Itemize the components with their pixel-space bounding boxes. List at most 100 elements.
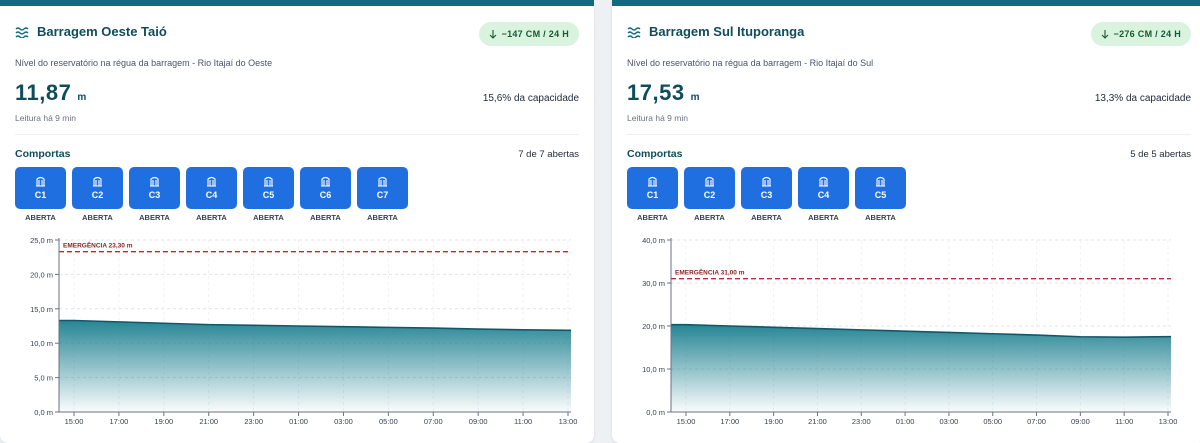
x-tick-label: 09:00 (469, 417, 488, 426)
y-tick-label: 40,0 m (642, 236, 665, 245)
y-tick-label: 5,0 m (34, 374, 53, 383)
floodgate-icon (876, 176, 885, 187)
y-tick-label: 0,0 m (646, 408, 665, 417)
level-value: 17,53 (627, 80, 685, 105)
gate-item: C2 ABERTA (72, 167, 123, 222)
floodgate-icon (36, 176, 45, 187)
emergency-label: EMERGÊNCIA 31,00 m (675, 268, 745, 277)
x-tick-label: 05:00 (379, 417, 398, 426)
gate-code: C1 (34, 190, 47, 200)
gates-list: C1 ABERTA C2 ABERTA C3 ABERTA C4 ABERTA C5 ABERTA (627, 167, 906, 222)
x-tick-label: 05:00 (983, 417, 1002, 426)
gate-code: C2 (703, 190, 716, 200)
gate-code: C3 (760, 190, 773, 200)
card-title: Barragem Oeste Taió (37, 24, 167, 39)
level-area (59, 320, 571, 412)
capacity-text: 15,6% da capacidade (482, 93, 579, 104)
gate-button[interactable]: C1 (15, 167, 66, 209)
y-tick-label: 30,0 m (642, 279, 665, 288)
x-tick-label: 01:00 (289, 417, 308, 426)
gates-count: 5 de 5 abertas (1130, 149, 1191, 160)
x-tick-label: 13:00 (559, 417, 578, 426)
arrow-down-icon (1101, 29, 1108, 39)
gate-button[interactable]: C3 (129, 167, 180, 209)
gates-title: Comportas (627, 148, 683, 160)
floodgate-icon (705, 176, 714, 187)
level-chart: 0,0 m 5,0 m 10,0 m 15,0 m 20,0 m 25,0 m EMERGÊ… (0, 231, 594, 436)
arrow-down-icon (489, 29, 496, 39)
gate-status: ABERTA (751, 213, 782, 222)
gate-item: C4 ABERTA (798, 167, 849, 222)
gate-status: ABERTA (637, 213, 668, 222)
x-tick-label: 17:00 (110, 417, 129, 426)
y-tick-label: 20,0 m (642, 322, 665, 331)
gate-button[interactable]: C6 (300, 167, 351, 209)
gate-item: C2 ABERTA (684, 167, 735, 222)
gate-button[interactable]: C7 (357, 167, 408, 209)
card-subtitle: Nível do reservatório na régua da barrag… (627, 58, 874, 68)
x-tick-label: 21:00 (808, 417, 827, 426)
gate-status: ABERTA (196, 213, 227, 222)
trend-badge-label: −276 CM / 24 H (1113, 29, 1181, 39)
gate-status: ABERTA (25, 213, 56, 222)
water-waves-icon (627, 26, 641, 38)
gate-button[interactable]: C5 (243, 167, 294, 209)
gates-count: 7 de 7 abertas (518, 149, 579, 160)
gate-button[interactable]: C4 (186, 167, 237, 209)
y-tick-label: 0,0 m (34, 408, 53, 417)
gate-button[interactable]: C2 (684, 167, 735, 209)
floodgate-icon (150, 176, 159, 187)
gate-button[interactable]: C2 (72, 167, 123, 209)
gate-item: C1 ABERTA (15, 167, 66, 222)
gate-button[interactable]: C5 (855, 167, 906, 209)
level-readout: 11,87 m (15, 80, 86, 106)
level-chart-svg: 0,0 m 5,0 m 10,0 m 15,0 m 20,0 m 25,0 m EMERGÊ… (30, 236, 578, 426)
x-tick-label: 01:00 (896, 417, 915, 426)
floodgate-icon (264, 176, 273, 187)
gate-item: C5 ABERTA (243, 167, 294, 222)
y-tick-label: 10,0 m (642, 365, 665, 374)
trend-badge: −147 CM / 24 H (478, 22, 579, 46)
x-tick-label: 07:00 (1027, 417, 1046, 426)
gate-button[interactable]: C3 (741, 167, 792, 209)
gate-item: C4 ABERTA (186, 167, 237, 222)
gates-list: C1 ABERTA C2 ABERTA C3 ABERTA C4 ABERTA C5 ABERTA… (15, 167, 408, 222)
y-tick-label: 20,0 m (30, 270, 53, 279)
gate-status: ABERTA (367, 213, 398, 222)
dashboard: Barragem Oeste Taió −147 CM / 24 H Nível… (0, 0, 1200, 443)
gate-status: ABERTA (865, 213, 896, 222)
floodgate-icon (378, 176, 387, 187)
gate-code: C5 (874, 190, 887, 200)
gate-button[interactable]: C1 (627, 167, 678, 209)
floodgate-icon (648, 176, 657, 187)
x-tick-label: 03:00 (940, 417, 959, 426)
emergency-label: EMERGÊNCIA 23,30 m (63, 241, 133, 250)
card-subtitle: Nível do reservatório na régua da barrag… (15, 58, 273, 68)
card-title-row: Barragem Sul Ituporanga (627, 24, 804, 39)
gate-code: C1 (646, 190, 659, 200)
gate-button[interactable]: C4 (798, 167, 849, 209)
x-tick-label: 09:00 (1071, 417, 1090, 426)
floodgate-icon (93, 176, 102, 187)
x-tick-label: 11:00 (1115, 417, 1133, 426)
level-chart: 0,0 m 10,0 m 20,0 m 30,0 m 40,0 m EMERGÊNCIA … (612, 231, 1200, 436)
gate-code: C3 (148, 190, 161, 200)
gate-item: C6 ABERTA (300, 167, 351, 222)
level-readout: 17,53 m (627, 80, 699, 106)
x-tick-label: 19:00 (764, 417, 783, 426)
gate-code: C6 (319, 190, 332, 200)
gate-status: ABERTA (139, 213, 170, 222)
x-tick-label: 11:00 (514, 417, 532, 426)
x-tick-label: 17:00 (720, 417, 739, 426)
x-tick-label: 03:00 (334, 417, 353, 426)
dam-card-sul: Barragem Sul Ituporanga −276 CM / 24 H N… (612, 0, 1200, 443)
x-tick-label: 23:00 (244, 417, 263, 426)
gate-status: ABERTA (310, 213, 341, 222)
card-title: Barragem Sul Ituporanga (649, 24, 805, 39)
gate-status: ABERTA (808, 213, 839, 222)
gate-code: C2 (91, 190, 104, 200)
dam-card-oeste: Barragem Oeste Taió −147 CM / 24 H Nível… (0, 0, 594, 443)
gate-item: C5 ABERTA (855, 167, 906, 222)
x-tick-label: 23:00 (852, 417, 871, 426)
gate-code: C5 (262, 190, 275, 200)
